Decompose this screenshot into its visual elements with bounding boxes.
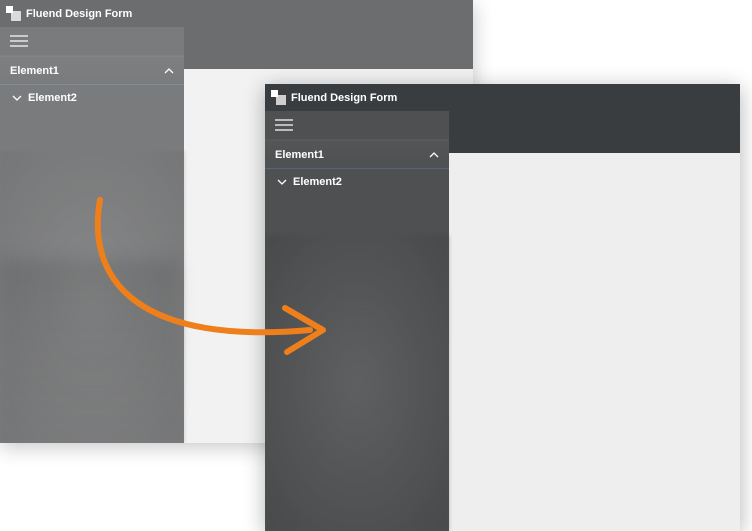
content-body [449,153,740,531]
sidebar-group-element1[interactable]: Element1 [265,140,449,169]
content-header [449,111,740,153]
content-header [184,27,473,69]
group-label: Element1 [10,65,59,77]
titlebar[interactable]: Fluend Design Form [265,84,740,111]
chevron-down-icon [277,177,287,187]
sidebar: Element1 Element2 [265,111,449,531]
hamburger-button[interactable] [0,27,184,56]
titlebar[interactable]: Fluend Design Form [0,0,473,27]
window-title: Fluend Design Form [291,92,397,104]
chevron-up-icon [429,150,439,160]
shadow-decoration [0,260,180,440]
window-after: Fluend Design Form Element1 Element2 [265,84,740,531]
hamburger-icon [275,119,293,131]
window-title: Fluend Design Form [26,8,132,20]
chevron-up-icon [164,66,174,76]
hamburger-button[interactable] [265,111,449,140]
group-label: Element1 [275,149,324,161]
item-label: Element2 [28,92,77,104]
chevron-down-icon [12,93,22,103]
sidebar-item-element2[interactable]: Element2 [265,169,449,195]
acrylic-preview [265,235,449,531]
item-label: Element2 [293,176,342,188]
sidebar-item-element2[interactable]: Element2 [0,85,184,111]
app-icon [6,6,21,21]
hamburger-icon [10,35,28,47]
app-icon [271,90,286,105]
sidebar-group-element1[interactable]: Element1 [0,56,184,85]
content-area [449,111,740,531]
